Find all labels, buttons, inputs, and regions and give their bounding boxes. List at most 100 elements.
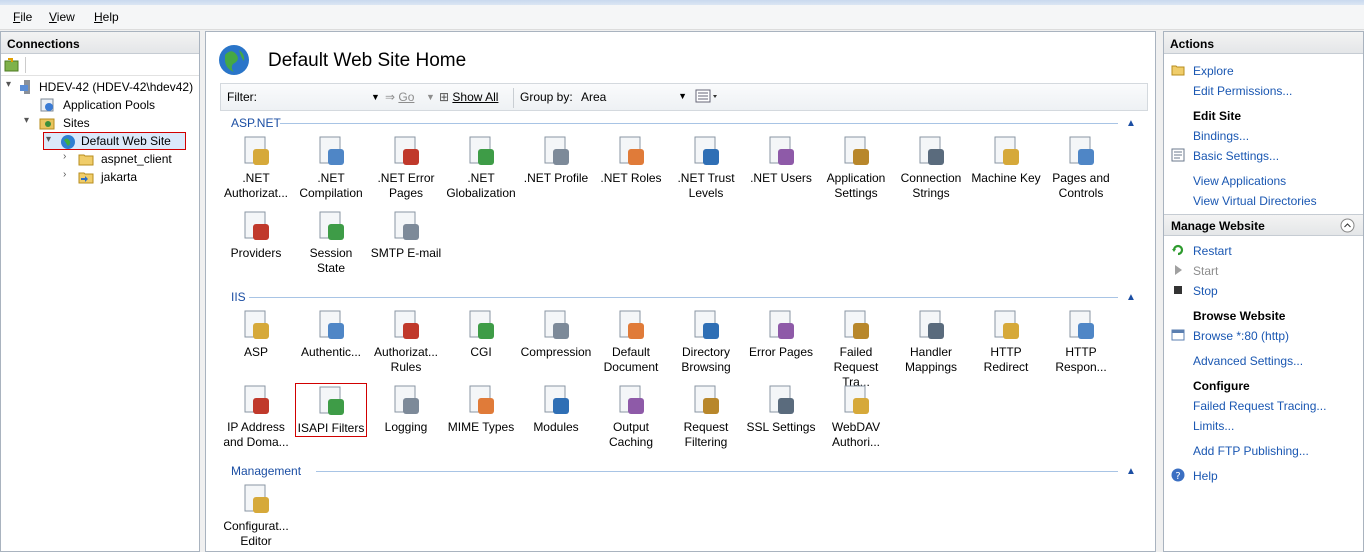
feature-net-roles[interactable]: .NET Roles	[595, 134, 667, 186]
feature-providers[interactable]: Providers	[220, 209, 292, 261]
tree-node-app-pools[interactable]: Application Pools	[6, 96, 196, 114]
machine-key-icon	[994, 136, 1019, 165]
restart-link[interactable]: Restart	[1193, 244, 1232, 258]
feature-net-authorizat[interactable]: .NET Authorizat...	[220, 134, 292, 201]
feature-label: MIME Types	[447, 420, 515, 434]
failed-request-tracing-link[interactable]: Failed Request Tracing...	[1193, 399, 1326, 413]
collapse-chevron-icon[interactable]: ▾	[24, 115, 34, 129]
filter-label: Filter:	[227, 90, 257, 104]
feature-label: Connection Strings	[900, 171, 962, 200]
chevron-down-icon: ▼	[678, 91, 687, 101]
filter-input[interactable]	[261, 88, 381, 107]
feature-smtp-e-mail[interactable]: SMTP E-mail	[370, 209, 442, 261]
feature-net-users[interactable]: .NET Users	[745, 134, 817, 186]
feature-label: Modules	[533, 420, 579, 434]
feature-application-settings[interactable]: Application Settings	[820, 134, 892, 201]
help-link[interactable]: Help	[1193, 469, 1218, 483]
advanced-settings-link[interactable]: Advanced Settings...	[1193, 354, 1303, 368]
feature-machine-key[interactable]: Machine Key	[970, 134, 1042, 186]
feature-net-compilation[interactable]: .NET Compilation	[295, 134, 367, 201]
feature-output-caching[interactable]: Output Caching	[595, 383, 667, 450]
feature-isapi-filters[interactable]: ISAPI Filters	[295, 383, 367, 437]
tree-node-aspnet-client[interactable]: › aspnet_client	[6, 150, 196, 168]
stop-link[interactable]: Stop	[1193, 284, 1218, 298]
feature-net-error-pages[interactable]: .NET Error Pages	[370, 134, 442, 201]
feature-logging[interactable]: Logging	[370, 383, 442, 435]
view-virtual-directories-link[interactable]: View Virtual Directories	[1193, 194, 1317, 208]
feature-failed-request-tra[interactable]: Failed Request Tra...	[820, 308, 892, 390]
explore-link[interactable]: Explore	[1193, 64, 1234, 78]
feature-connection-strings[interactable]: Connection Strings	[895, 134, 967, 201]
show-all-button[interactable]: ⊞ Show All	[439, 90, 498, 104]
go-icon: ⇒	[385, 90, 396, 104]
limits-link[interactable]: Limits...	[1193, 419, 1234, 433]
feature-pages-and-controls[interactable]: Pages and Controls	[1045, 134, 1117, 201]
create-connection-icon[interactable]	[4, 57, 20, 73]
request-filtering-icon	[694, 385, 719, 414]
handler-mappings-icon	[919, 310, 944, 339]
section-iis-title: IIS	[231, 290, 246, 304]
feature-asp[interactable]: ASP	[220, 308, 292, 360]
tree-label-app-pools: Application Pools	[63, 98, 156, 112]
feature-webdav-authori[interactable]: WebDAV Authori...	[820, 383, 892, 450]
collapse-chevron-icon[interactable]: ▾	[6, 79, 16, 93]
feature-net-globalization[interactable]: .NET Globalization	[445, 134, 517, 201]
net-compilation-icon	[319, 136, 344, 165]
feature-ip-address-and-doma[interactable]: IP Address and Doma...	[220, 383, 292, 450]
collapse-section-icon[interactable]: ▲	[1126, 466, 1136, 477]
feature-session-state[interactable]: Session State	[295, 209, 367, 276]
feature-modules[interactable]: Modules	[520, 383, 592, 435]
net-users-icon	[769, 136, 794, 165]
bindings-link[interactable]: Bindings...	[1193, 129, 1249, 143]
tree-node-sites[interactable]: ▾ Sites	[6, 114, 196, 132]
providers-icon	[244, 211, 269, 240]
group-by-select[interactable]: Area ▼	[577, 88, 689, 107]
feature-compression[interactable]: Compression	[520, 308, 592, 360]
chevron-down-icon[interactable]: ▼	[426, 92, 435, 102]
net-authorizat-icon	[244, 136, 269, 165]
collapse-chevron-icon[interactable]: ▾	[46, 134, 56, 148]
view-mode-button[interactable]	[695, 88, 719, 107]
feature-authorizat-rules[interactable]: Authorizat... Rules	[370, 308, 442, 375]
expand-chevron-icon[interactable]: ›	[63, 151, 73, 165]
feature-mime-types[interactable]: MIME Types	[445, 383, 517, 435]
browse-80-link[interactable]: Browse *:80 (http)	[1193, 329, 1289, 343]
pages-and-controls-icon	[1069, 136, 1094, 165]
edit-permissions-link[interactable]: Edit Permissions...	[1193, 84, 1292, 98]
collapse-section-icon[interactable]: ▲	[1126, 118, 1136, 129]
feature-request-filtering[interactable]: Request Filtering	[670, 383, 742, 450]
feature-handler-mappings[interactable]: Handler Mappings	[895, 308, 967, 375]
view-applications-link[interactable]: View Applications	[1193, 174, 1286, 188]
basic-settings-link[interactable]: Basic Settings...	[1193, 149, 1279, 163]
collapse-section-icon[interactable]: ▲	[1126, 292, 1136, 303]
collapse-chevron-up-icon[interactable]	[1340, 218, 1355, 233]
manage-website-header[interactable]: Manage Website	[1164, 214, 1363, 236]
feature-label: Pages and Controls	[1052, 171, 1110, 200]
feature-net-trust-levels[interactable]: .NET Trust Levels	[670, 134, 742, 201]
tree-node-jakarta[interactable]: › jakarta	[6, 168, 196, 186]
feature-authentic[interactable]: Authentic...	[295, 308, 367, 360]
tree-node-server[interactable]: ▾ HDEV-42 (HDEV-42\hdev42)	[6, 78, 196, 96]
start-link[interactable]: Start	[1193, 264, 1218, 278]
go-button[interactable]: ⇒ Go	[385, 90, 414, 104]
tree-node-default-web-site[interactable]: ▾ Default Web Site	[43, 132, 186, 150]
feature-configurat-editor[interactable]: Configurat... Editor	[220, 482, 292, 549]
feature-net-profile[interactable]: .NET Profile	[520, 134, 592, 186]
feature-default-document[interactable]: Default Document	[595, 308, 667, 375]
menu-file[interactable]: File	[13, 10, 32, 24]
feature-directory-browsing[interactable]: Directory Browsing	[670, 308, 742, 375]
expand-chevron-icon[interactable]: ›	[63, 169, 73, 183]
ip-address-and-doma-icon	[244, 385, 269, 414]
feature-http-redirect[interactable]: HTTP Redirect	[970, 308, 1042, 375]
tree-label-aspnet-client: aspnet_client	[101, 152, 172, 166]
menu-view[interactable]: View	[49, 10, 75, 24]
add-ftp-publishing-link[interactable]: Add FTP Publishing...	[1193, 444, 1309, 458]
feature-cgi[interactable]: CGI	[445, 308, 517, 360]
feature-ssl-settings[interactable]: SSL Settings	[745, 383, 817, 435]
feature-error-pages[interactable]: Error Pages	[745, 308, 817, 360]
menu-help[interactable]: Help	[94, 10, 119, 24]
toolbar-separator	[25, 57, 26, 73]
chevron-down-icon[interactable]: ▼	[371, 92, 380, 102]
feature-http-respon[interactable]: HTTP Respon...	[1045, 308, 1117, 375]
feature-label: Default Document	[603, 345, 659, 374]
